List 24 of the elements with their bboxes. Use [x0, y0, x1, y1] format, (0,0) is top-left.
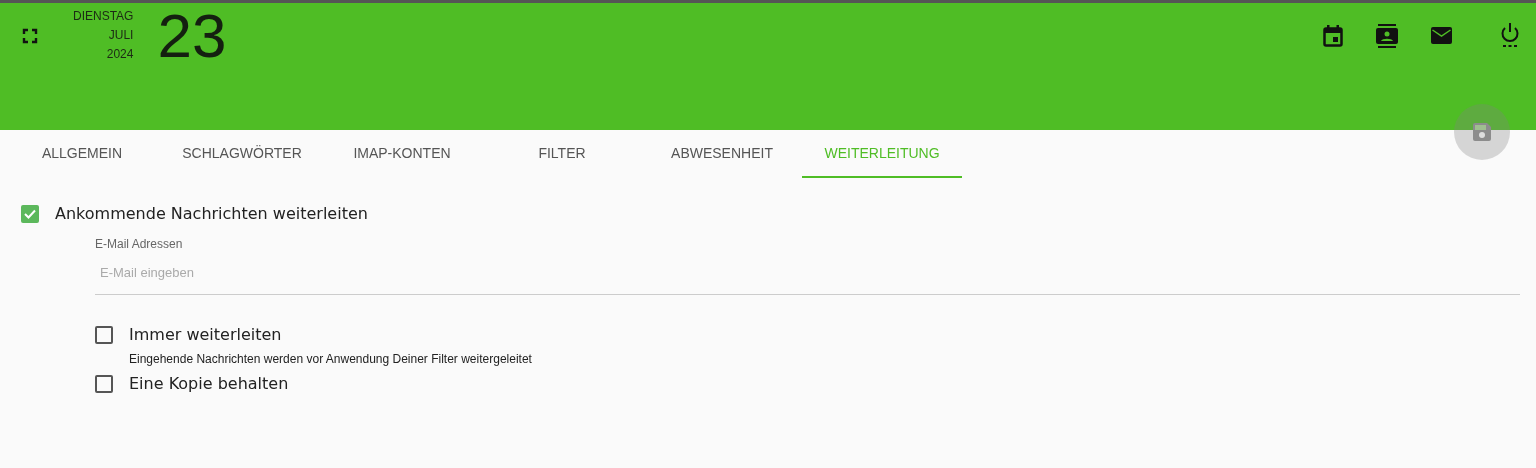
- fullscreen-icon[interactable]: [22, 28, 38, 44]
- save-icon: [1473, 123, 1491, 141]
- checkbox-label: Immer weiterleiten: [129, 325, 282, 344]
- weekday-label: DIENSTAG: [73, 8, 134, 25]
- checkbox-label: Eine Kopie behalten: [129, 374, 289, 393]
- power-icon[interactable]: [1500, 23, 1520, 48]
- tab[interactable]: ABWESENHEIT: [642, 130, 802, 178]
- tab[interactable]: IMAP-KONTEN: [322, 130, 482, 178]
- checkbox[interactable]: [95, 374, 113, 393]
- field-label: E-Mail Adressen: [95, 237, 184, 251]
- year-label: 2024: [106, 46, 134, 63]
- month-label: JULI: [108, 27, 134, 44]
- calendar-icon[interactable]: [1323, 24, 1343, 47]
- checkbox[interactable]: [95, 325, 113, 344]
- checkbox-label: Ankommende Nachrichten weiterleiten: [55, 204, 368, 223]
- hint-text: Eingehende Nachrichten werden vor Anwendung Deiner Filter weitergeleitet: [129, 352, 533, 366]
- contacts-icon[interactable]: [1376, 23, 1398, 48]
- mail-icon[interactable]: [1431, 27, 1452, 44]
- tab[interactable]: FILTER: [482, 130, 642, 178]
- tab[interactable]: SCHLAGWÖRTER: [162, 130, 322, 178]
- email-input[interactable]: E-Mail eingeben: [95, 251, 1520, 295]
- checkbox[interactable]: [21, 204, 39, 223]
- day-number: 23: [157, 3, 227, 69]
- tab[interactable]: ALLGEMEIN: [2, 130, 162, 178]
